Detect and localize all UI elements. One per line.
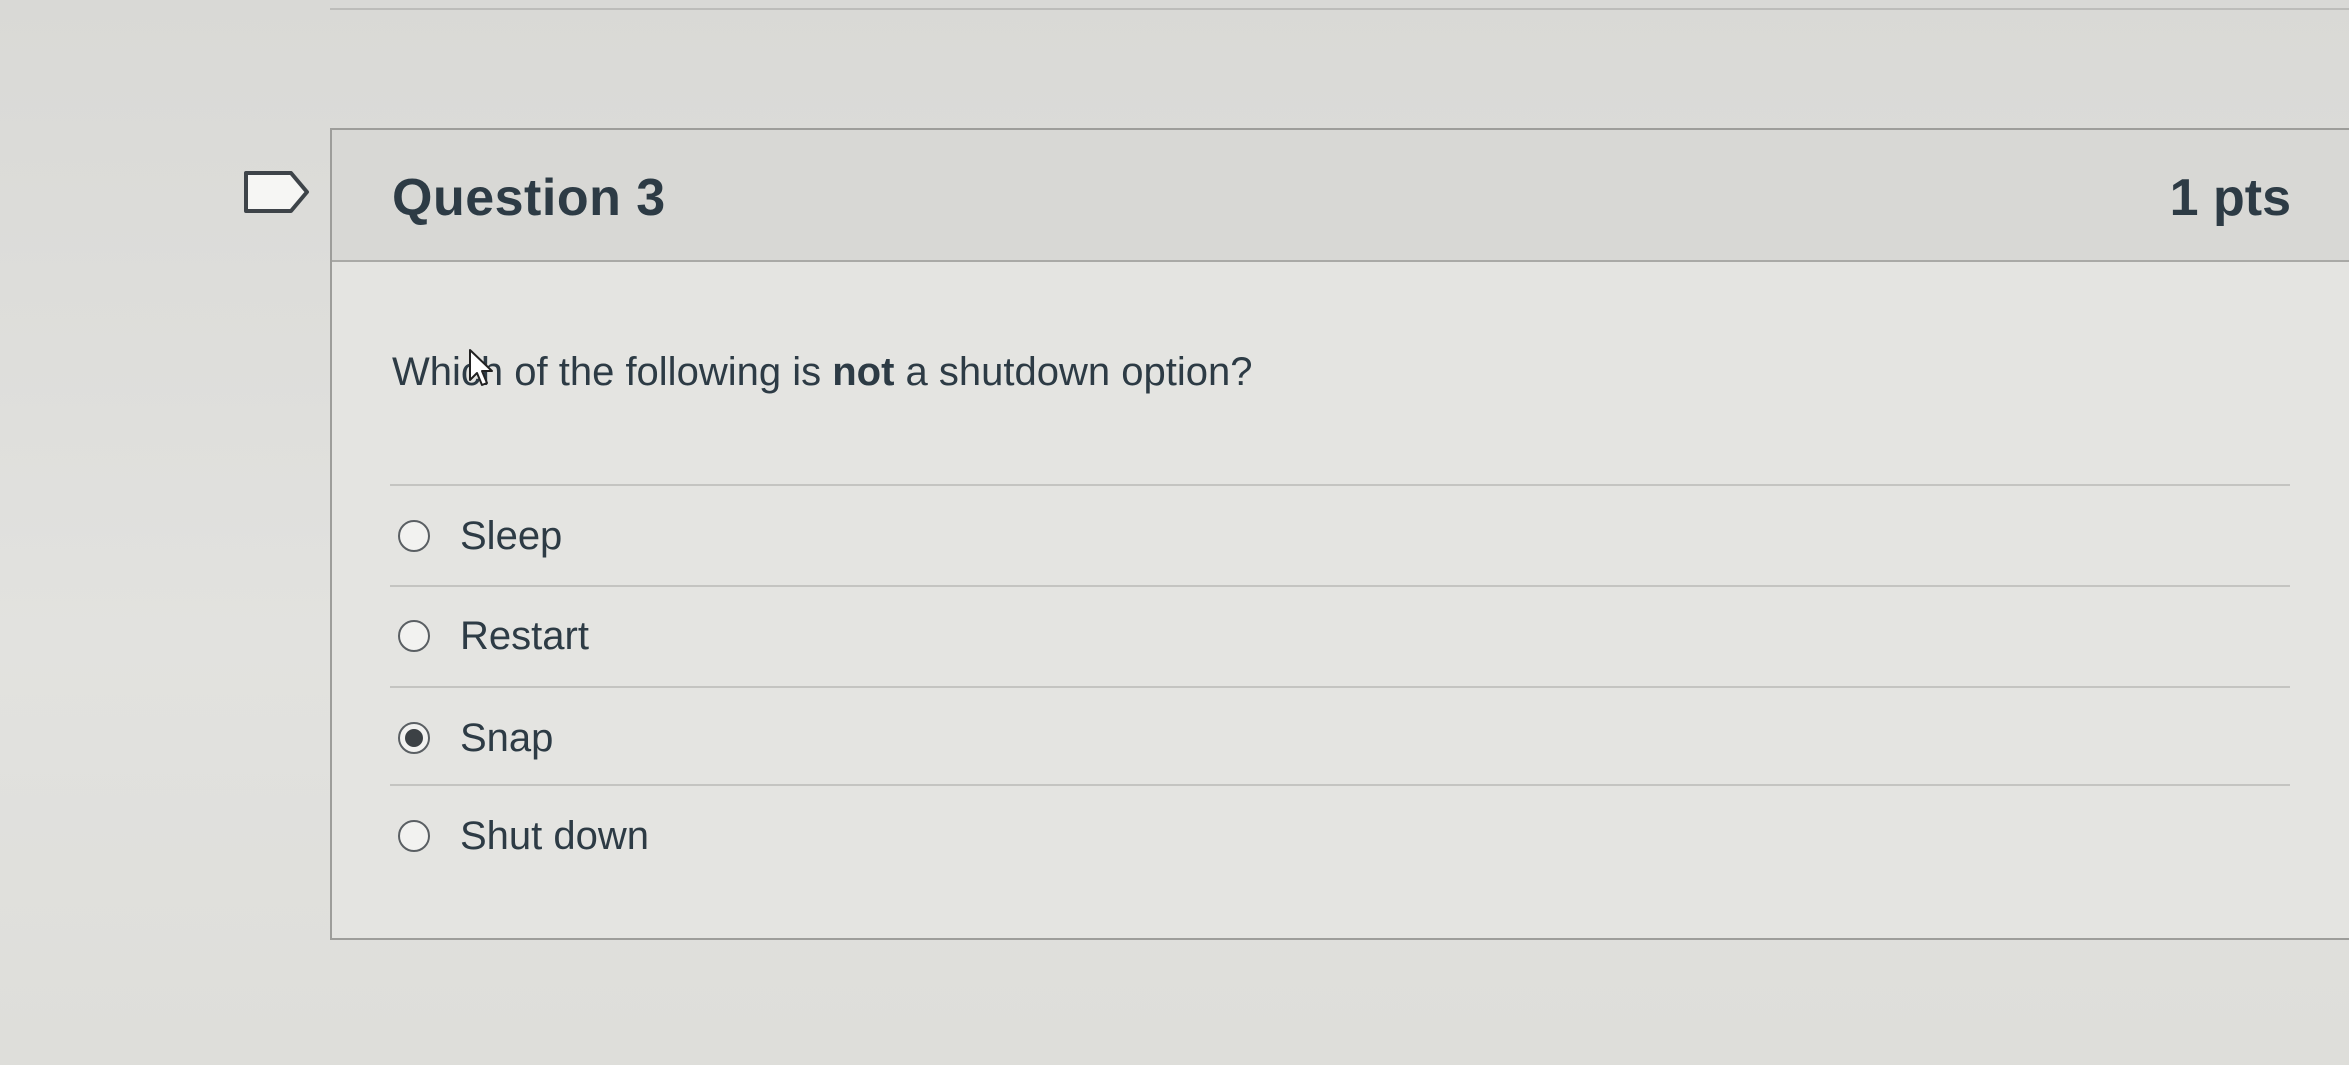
question-card: Question 3 1 pts Which of the following … xyxy=(330,128,2349,940)
radio-button[interactable] xyxy=(398,520,430,552)
answer-divider xyxy=(390,784,2290,786)
answer-divider xyxy=(390,484,2290,486)
top-divider xyxy=(330,0,2349,10)
flag-icon[interactable] xyxy=(243,170,311,214)
radio-button[interactable] xyxy=(398,820,430,852)
answer-label: Restart xyxy=(460,613,589,658)
answer-option-snap[interactable]: Snap xyxy=(398,708,2278,768)
answer-label: Sleep xyxy=(460,513,563,558)
answer-divider xyxy=(390,686,2290,688)
answer-label: Snap xyxy=(460,715,554,760)
answer-option-shut-down[interactable]: Shut down xyxy=(398,806,2278,866)
question-header: Question 3 1 pts xyxy=(332,130,2349,262)
question-text: Which of the following is not a shutdown… xyxy=(392,350,1252,395)
radio-button[interactable] xyxy=(398,620,430,652)
question-text-part: a shutdown option? xyxy=(894,350,1253,394)
mouse-pointer-icon xyxy=(469,349,493,386)
answer-label: Shut down xyxy=(460,813,650,858)
answer-option-restart[interactable]: Restart xyxy=(398,606,2278,666)
radio-button-selected[interactable] xyxy=(398,722,430,754)
answer-divider xyxy=(390,585,2290,587)
question-text-emphasis: not xyxy=(832,350,895,394)
question-text-part: Which of the following is xyxy=(392,350,833,394)
quiz-page: Question 3 1 pts Which of the following … xyxy=(0,0,2349,1065)
question-points: 1 pts xyxy=(2169,169,2291,227)
question-title: Question 3 xyxy=(392,169,666,227)
answer-option-sleep[interactable]: Sleep xyxy=(398,506,2278,566)
